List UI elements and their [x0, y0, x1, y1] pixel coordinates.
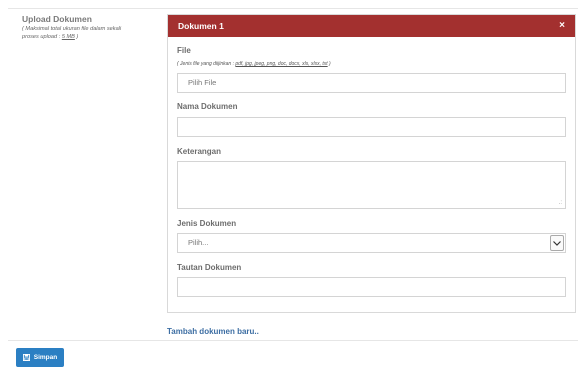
document-card-title: Dokumen 1 [178, 21, 224, 31]
chevron-down-icon[interactable] [550, 235, 564, 251]
save-icon [22, 354, 30, 361]
save-label: Simpan [33, 354, 58, 361]
upload-note-line2: proses upload : 5 MB ) [22, 33, 162, 41]
doc-link-input[interactable] [177, 277, 566, 297]
upload-info: Upload Dokumen ( Maksimal total ukuran f… [22, 14, 162, 41]
upload-note-suffix: ) [74, 34, 79, 40]
file-note: ( Jenis file yang diijinkan : pdf, jpg, … [177, 61, 331, 67]
name-label: Nama Dokumen [177, 102, 238, 111]
description-textarea[interactable]: .: [177, 161, 566, 209]
file-input-placeholder: Pilih File [188, 78, 217, 87]
description-label: Keterangan [177, 147, 222, 156]
upload-note-size: 5 MB [61, 34, 75, 40]
file-note-suffix: ) [327, 61, 331, 67]
document-card-header: Dokumen 1 × [168, 15, 575, 37]
doc-type-select[interactable]: Pilih... [177, 233, 566, 253]
doc-link-label: Tautan Dokumen [177, 263, 242, 272]
name-input[interactable] [177, 117, 566, 137]
upload-page: Upload Dokumen ( Maksimal total ukuran f… [0, 0, 578, 370]
resize-grip-icon[interactable]: .: [559, 200, 562, 206]
doc-type-selected: Pilih... [188, 238, 209, 247]
upload-note-line1: ( Maksimal total ukuran file dalam sekal… [22, 26, 122, 32]
upload-note: ( Maksimal total ukuran file dalam sekal… [22, 25, 162, 41]
file-note-prefix: ( Jenis file yang diijinkan : [177, 61, 236, 67]
document-card: Dokumen 1 × File ( Jenis file yang diiji… [167, 14, 576, 313]
add-document-link[interactable]: Tambah dokumen baru.. [167, 327, 259, 336]
upload-title: Upload Dokumen [22, 14, 92, 24]
close-icon[interactable]: × [559, 21, 565, 31]
save-button[interactable]: Simpan [16, 348, 64, 367]
file-input[interactable]: Pilih File [177, 73, 566, 93]
document-card-body: File ( Jenis file yang diijinkan : pdf, … [168, 37, 575, 312]
upload-note-prefix: proses upload : [22, 34, 62, 40]
top-divider [8, 8, 578, 9]
file-label: File [177, 46, 191, 55]
footer-divider [8, 340, 578, 341]
file-note-types: pdf, jpg, jpeg, png, doc, docx, xls, xls… [235, 61, 328, 67]
doc-type-label: Jenis Dokumen [177, 219, 237, 228]
